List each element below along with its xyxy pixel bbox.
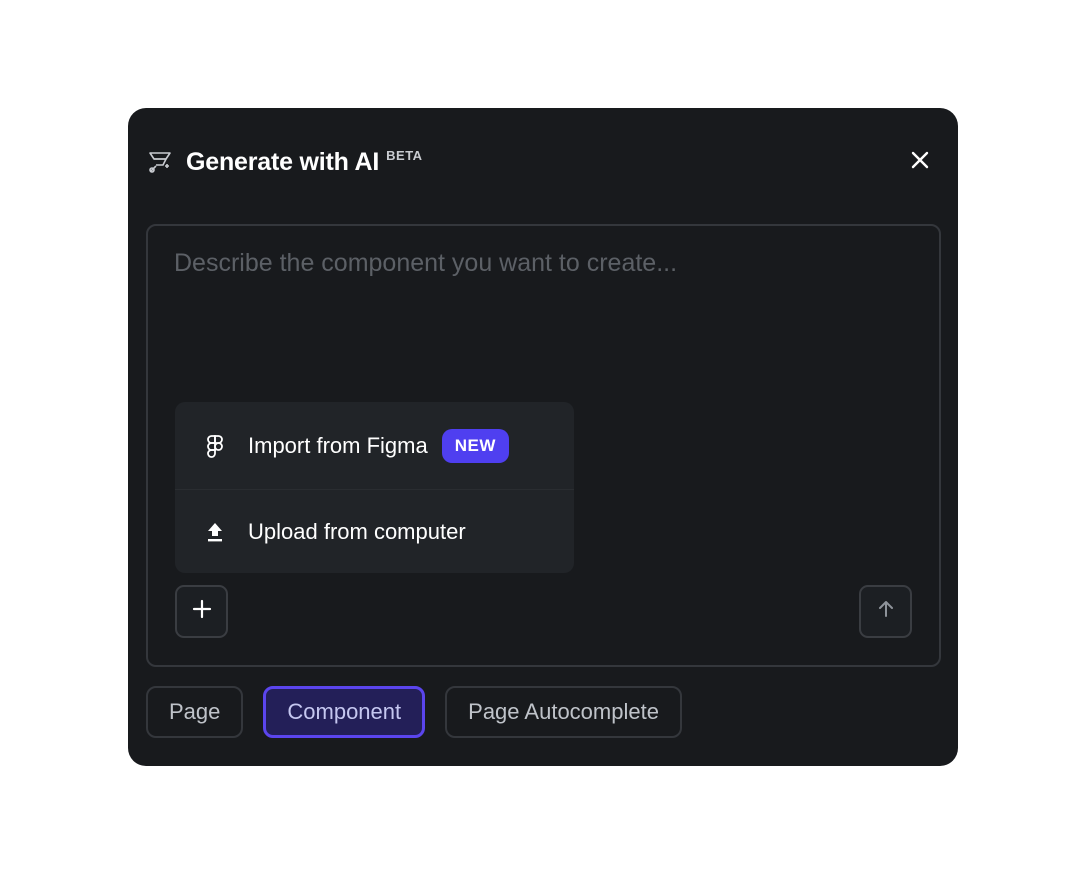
upload-from-computer-item[interactable]: Upload from computer xyxy=(175,490,574,573)
upload-icon xyxy=(203,520,227,544)
mode-component-button[interactable]: Component xyxy=(263,686,426,738)
prompt-container: Import from Figma NEW Upload from comput… xyxy=(146,224,941,667)
attach-menu: Import from Figma NEW Upload from comput… xyxy=(175,402,574,573)
add-attachment-button[interactable] xyxy=(175,585,228,638)
generate-ai-dialog: Generate with AI BETA Describe the compo… xyxy=(128,108,958,766)
plus-icon xyxy=(192,599,212,624)
dialog-title: Generate with AI xyxy=(186,147,380,176)
figma-icon xyxy=(203,434,227,458)
close-button[interactable] xyxy=(906,148,934,176)
dialog-header: Generate with AI BETA xyxy=(146,144,940,180)
ai-generate-icon xyxy=(146,148,174,176)
beta-badge: BETA xyxy=(386,148,423,163)
send-button[interactable] xyxy=(859,585,912,638)
close-icon xyxy=(910,150,930,175)
mode-selector: Page Component Page Autocomplete xyxy=(146,686,702,738)
prompt-input[interactable] xyxy=(174,246,914,396)
import-from-figma-label: Import from Figma xyxy=(248,432,428,458)
mode-page-button[interactable]: Page xyxy=(146,686,244,738)
upload-from-computer-label: Upload from computer xyxy=(248,518,466,544)
new-badge: NEW xyxy=(441,428,509,463)
mode-page-autocomplete-button[interactable]: Page Autocomplete xyxy=(445,686,682,738)
arrow-up-icon xyxy=(876,599,896,624)
import-from-figma-item[interactable]: Import from Figma NEW xyxy=(175,402,574,490)
